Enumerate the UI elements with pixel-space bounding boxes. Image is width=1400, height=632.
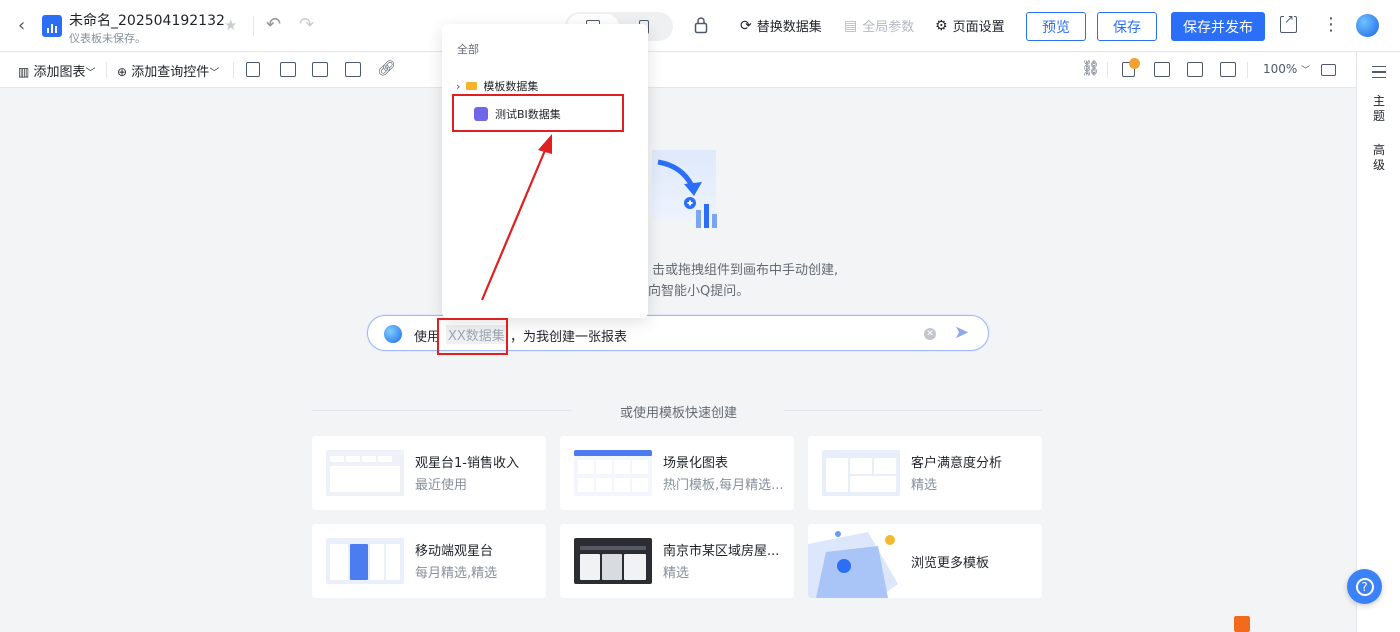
prompt-suffix: ，为我创建一张报表 (510, 326, 627, 345)
replace-dataset-button[interactable]: ⟳ 替换数据集 (740, 16, 822, 35)
undo-icon[interactable]: ↶ (266, 14, 281, 35)
assistant-logo-icon (384, 325, 402, 343)
link-icon[interactable]: 🔗︎ (377, 59, 396, 77)
tab-advanced[interactable]: 高级 (1373, 143, 1387, 173)
highlight-box (437, 318, 508, 355)
layout-icon[interactable] (246, 62, 260, 77)
template-tag: 精选 (911, 474, 937, 493)
page-settings-button[interactable]: ⚙ 页面设置 (935, 16, 1005, 35)
template-name: 移动端观星台 (415, 540, 493, 559)
panel-collapse-icon[interactable] (1372, 66, 1386, 78)
template-name: 场景化图表 (663, 452, 728, 471)
chevron-right-icon: › (456, 80, 460, 93)
checklist-icon[interactable] (1220, 62, 1236, 77)
tab-theme[interactable]: 主题 (1373, 94, 1387, 124)
empty-state-illustration (640, 150, 730, 230)
template-name: 浏览更多模板 (911, 552, 989, 571)
template-tag: 最近使用 (415, 474, 467, 493)
template-thumbnail (326, 538, 404, 584)
link-edit-icon[interactable]: ⛓︎ (1081, 59, 1100, 77)
notification-dot (1129, 58, 1140, 69)
chart-icon: ▥ (18, 65, 29, 79)
save-publish-button[interactable]: 保存并发布 (1171, 12, 1265, 41)
template-name: 观星台1-销售收入 (415, 452, 519, 471)
template-card[interactable]: 移动端观星台 每月精选,精选 (312, 524, 546, 598)
template-thumbnail (822, 450, 900, 496)
divider (784, 410, 1042, 411)
template-name: 客户满意度分析 (911, 452, 1002, 471)
template-card[interactable]: 观星台1-销售收入 最近使用 (312, 436, 546, 510)
help-button[interactable]: ? (1347, 569, 1382, 604)
template-name: 南京市某区域房屋... (663, 540, 779, 559)
back-icon[interactable]: ‹ (18, 16, 34, 36)
share-icon[interactable] (1280, 16, 1297, 33)
tab-component-icon[interactable] (280, 62, 296, 77)
template-tag: 精选 (663, 562, 689, 581)
divider (253, 16, 254, 36)
redo-icon[interactable]: ↷ (299, 14, 314, 35)
right-panel: 主题 高级 (1356, 52, 1400, 632)
browse-more-card[interactable]: 浏览更多模板 (808, 524, 1042, 598)
dashboard-logo-icon (42, 15, 62, 37)
text-icon[interactable] (312, 62, 328, 77)
question-icon: ? (1356, 578, 1374, 596)
image-icon[interactable] (345, 62, 361, 77)
dataset-dropdown: 全部 › 模板数据集 测试BI数据集 (442, 24, 648, 318)
template-card[interactable]: 场景化图表 热门模板,每月精选... (560, 436, 794, 510)
divider (312, 410, 572, 411)
save-button[interactable]: 保存 (1097, 12, 1157, 41)
template-card[interactable]: 南京市某区域房屋... 精选 (560, 524, 794, 598)
chevron-down-icon: ﹀ (209, 68, 219, 79)
browse-illustration (808, 524, 918, 598)
page-title[interactable]: 未命名_202504192132 (69, 10, 225, 30)
zoom-in-icon: ⊕ (117, 65, 127, 79)
hint-text-2: 向智能小Q提问。 (648, 280, 749, 299)
save-status: 仪表板未保存。 (69, 30, 146, 46)
chevron-down-icon: ﹀ (1301, 66, 1310, 76)
more-icon[interactable]: ⋮ (1322, 14, 1340, 35)
clean-icon[interactable] (1154, 62, 1170, 77)
folder-item[interactable]: › 模板数据集 (456, 78, 538, 94)
gear-icon: ⚙ (935, 18, 948, 34)
global-params-button[interactable]: ▤ 全局参数 (844, 16, 914, 35)
lock-icon[interactable] (694, 16, 708, 34)
top-bar: ‹ 未命名_202504192132 仪表板未保存。 ★ ↶ ↷ ⟳ 替换数据集… (0, 0, 1400, 52)
template-divider-label: 或使用模板快速创建 (620, 402, 737, 421)
divider (1247, 62, 1248, 78)
template-thumbnail (574, 450, 652, 496)
template-thumbnail (326, 450, 404, 496)
divider (233, 62, 234, 78)
preview-button[interactable]: 预览 (1026, 12, 1086, 41)
canvas-toolbar: ▥ 添加图表﹀ ⊕ 添加查询控件﹀ 🔗︎ ⛓︎ 100% ﹀ (0, 52, 1356, 88)
template-tag: 热门模板,每月精选... (663, 474, 784, 493)
divider (106, 62, 107, 78)
folder-icon (466, 82, 477, 90)
template-thumbnail (574, 538, 652, 584)
add-chart-button[interactable]: ▥ 添加图表﹀ (18, 61, 96, 80)
ime-badge-icon (1234, 616, 1250, 632)
assistant-avatar[interactable] (1356, 14, 1379, 37)
star-icon[interactable]: ★ (224, 16, 237, 34)
add-query-control-button[interactable]: ⊕ 添加查询控件﹀ (117, 61, 219, 80)
replace-icon: ⟳ (740, 18, 752, 34)
chevron-down-icon: ﹀ (86, 68, 96, 79)
params-icon: ▤ (844, 18, 857, 34)
dropdown-header[interactable]: 全部 (457, 41, 479, 57)
template-tag: 每月精选,精选 (415, 562, 497, 581)
divider (1107, 62, 1108, 78)
hint-text: 击或拖拽组件到画布中手动创建, (652, 259, 838, 278)
ruler-icon[interactable] (1321, 64, 1336, 76)
zoom-select[interactable]: 100% ﹀ (1263, 62, 1310, 76)
template-card[interactable]: 客户满意度分析 精选 (808, 436, 1042, 510)
clear-icon[interactable]: ✕ (924, 328, 936, 340)
eye-icon[interactable] (1187, 62, 1203, 77)
highlight-box (452, 94, 624, 132)
send-icon[interactable]: ➤ (954, 322, 969, 343)
